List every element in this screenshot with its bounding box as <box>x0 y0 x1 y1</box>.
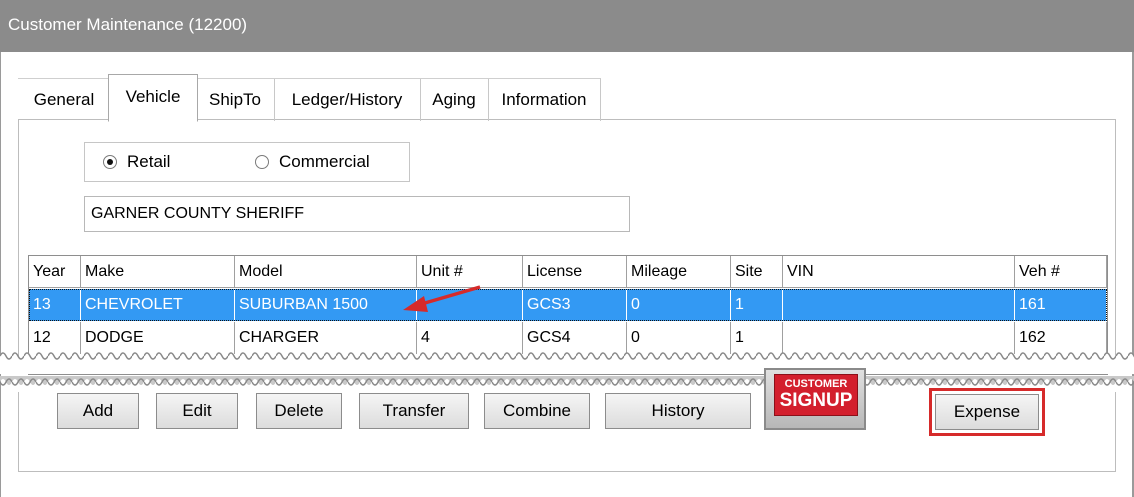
customer-signup-logo: CUSTOMER SIGNUP <box>774 374 858 416</box>
customer-name-field[interactable]: GARNER COUNTY SHERIFF <box>84 196 630 232</box>
cell-make: CHEVROLET <box>81 289 235 321</box>
tab-aging[interactable]: Aging <box>420 78 489 121</box>
commercial-radio[interactable]: Commercial <box>255 143 370 181</box>
column-header-make[interactable]: Make <box>81 256 235 288</box>
column-header-model[interactable]: Model <box>235 256 417 288</box>
expense-button[interactable]: Expense <box>935 394 1039 430</box>
commercial-label: Commercial <box>279 152 370 171</box>
column-header-year[interactable]: Year <box>29 256 81 288</box>
cell-mileage: 0 <box>627 289 731 321</box>
cell-unit <box>417 289 523 321</box>
cell-model: SUBURBAN 1500 <box>235 289 417 321</box>
cell-vin <box>783 289 1015 321</box>
transfer-button[interactable]: Transfer <box>359 393 469 429</box>
column-header-license[interactable]: License <box>523 256 627 288</box>
column-header-vin[interactable]: VIN <box>783 256 1015 288</box>
signup-line2: SIGNUP <box>779 390 853 411</box>
edit-button[interactable]: Edit <box>156 393 238 429</box>
column-header-site[interactable]: Site <box>731 256 783 288</box>
tab-vehicle[interactable]: Vehicle <box>108 74 198 122</box>
delete-button[interactable]: Delete <box>256 393 342 429</box>
combine-button[interactable]: Combine <box>484 393 590 429</box>
torn-edge-top <box>0 346 1134 374</box>
cell-site: 1 <box>731 289 783 321</box>
retail-label: Retail <box>127 152 171 171</box>
cell-veh: 161 <box>1015 289 1107 321</box>
column-header-veh[interactable]: Veh # <box>1015 256 1107 288</box>
window-border-left <box>0 52 1 497</box>
customer-type-group: Retail Commercial <box>84 142 410 182</box>
customer-signup-button[interactable]: CUSTOMER SIGNUP <box>764 368 866 430</box>
window-title: Customer Maintenance (12200) <box>0 0 1134 52</box>
column-header-unit[interactable]: Unit # <box>417 256 523 288</box>
cell-year: 13 <box>29 289 81 321</box>
tab-general[interactable]: General <box>18 78 111 121</box>
cell-license: GCS3 <box>523 289 627 321</box>
history-button[interactable]: History <box>605 393 751 429</box>
add-button[interactable]: Add <box>57 393 139 429</box>
tab-ledger-history[interactable]: Ledger/History <box>274 78 421 121</box>
radio-selected-icon <box>103 154 117 169</box>
radio-unselected-icon <box>255 154 269 169</box>
retail-radio[interactable]: Retail <box>103 143 170 181</box>
tab-information[interactable]: Information <box>488 78 601 121</box>
tab-shipto[interactable]: ShipTo <box>196 78 275 121</box>
column-header-mileage[interactable]: Mileage <box>627 256 731 288</box>
